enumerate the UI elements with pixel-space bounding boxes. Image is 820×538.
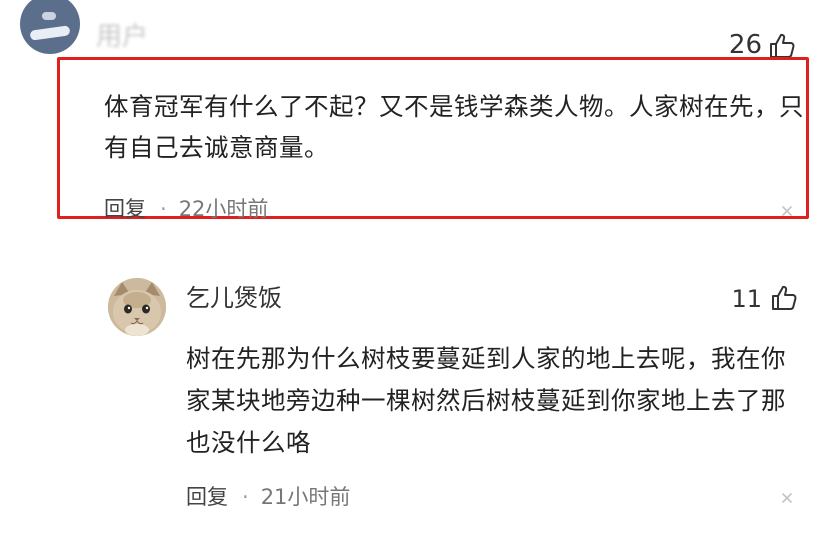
cat-avatar-icon: [108, 278, 166, 336]
comment-footer: 回复 · 21小时前: [186, 484, 350, 510]
avatar-detail: [29, 25, 71, 41]
comment-list: 用户 26 体育冠军有什么了不起？又不是钱学森类人物。人家树在先，只有自己去诚意…: [0, 0, 820, 538]
avatar[interactable]: [20, 0, 80, 54]
thumbs-up-icon[interactable]: [768, 32, 796, 60]
close-icon[interactable]: [781, 492, 793, 504]
avatar-detail: [42, 12, 56, 20]
avatar[interactable]: [108, 278, 166, 336]
reply-button[interactable]: 回复: [186, 485, 228, 509]
like-count: 11: [731, 285, 762, 313]
like-count: 26: [728, 30, 762, 60]
comment-footer: 回复 · 22小时前: [104, 196, 268, 222]
separator-dot: ·: [160, 197, 167, 221]
timestamp: 21小时前: [260, 485, 351, 509]
username[interactable]: 用户: [96, 22, 386, 52]
reply-button[interactable]: 回复: [104, 197, 146, 221]
comment-text: 树在先那为什么树枝要蔓延到人家的地上去呢，我在你家某块地旁边种一棵树然后树枝蔓延…: [186, 344, 786, 457]
thumbs-up-icon[interactable]: [770, 284, 798, 312]
username[interactable]: 乞儿煲饭: [186, 283, 282, 313]
close-icon[interactable]: [781, 205, 793, 217]
separator-dot: ·: [242, 485, 249, 509]
timestamp: 22小时前: [178, 197, 269, 221]
comment-text: 体育冠军有什么了不起？又不是钱学森类人物。人家树在先，只有自己去诚意商量。: [104, 92, 804, 162]
